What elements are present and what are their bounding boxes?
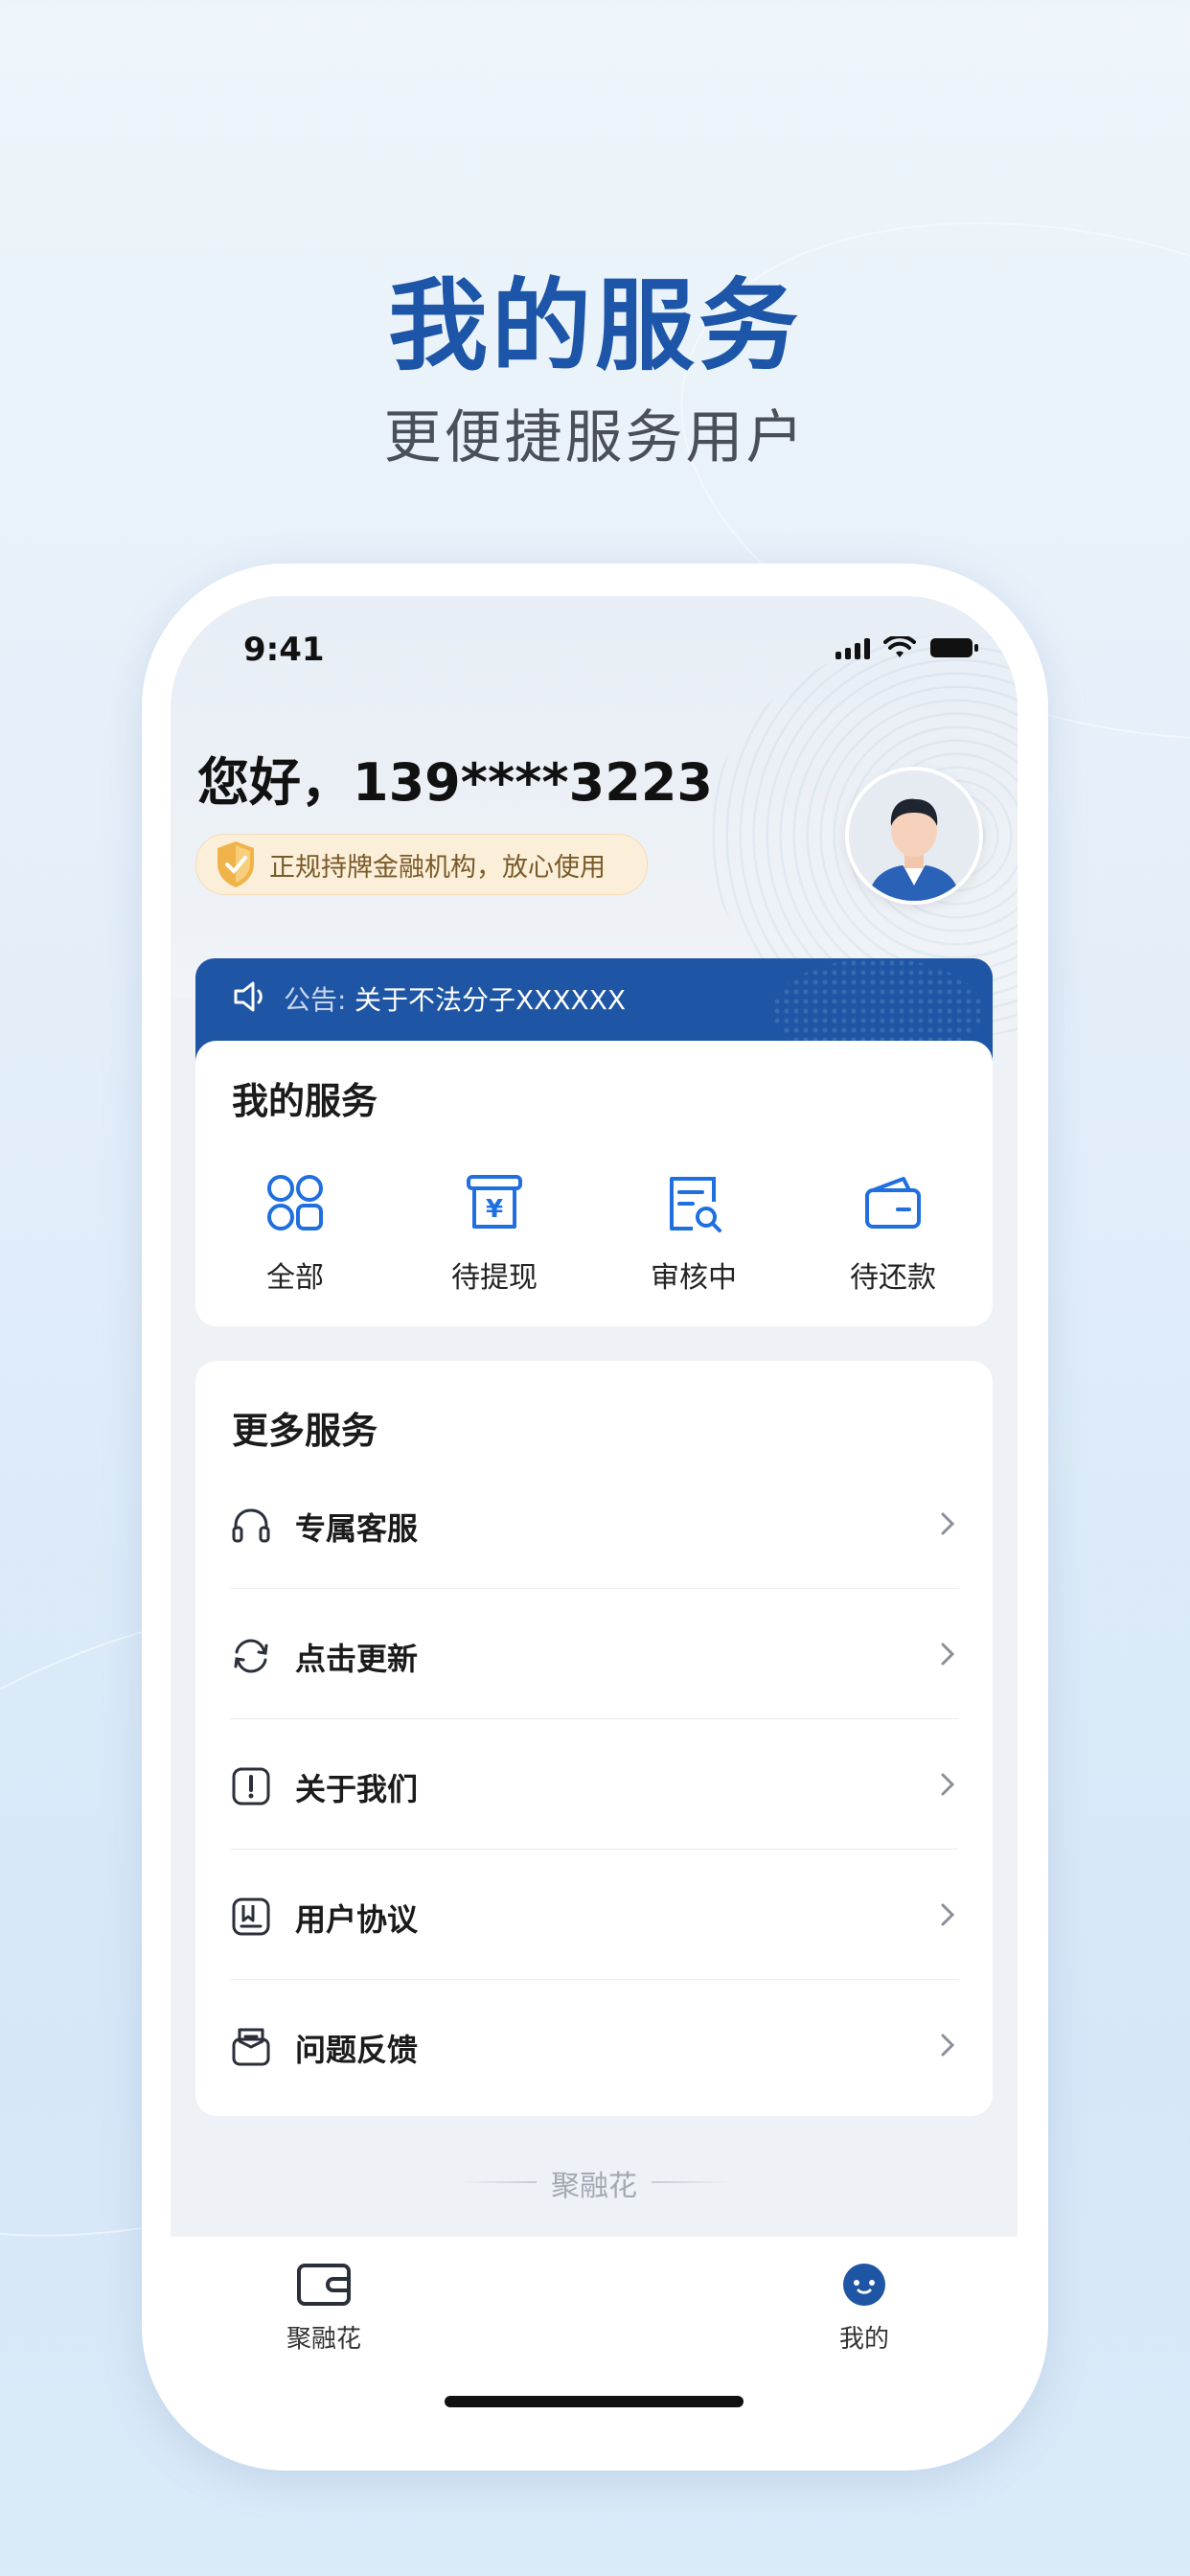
avatar-illustration-icon xyxy=(849,770,979,901)
service-pending-repayment[interactable]: 待还款 xyxy=(793,1169,993,1296)
trust-badge: 正规持牌金融机构，放心使用 xyxy=(195,834,648,895)
menu-item-label: 关于我们 xyxy=(295,1771,419,1807)
user-greeting: 您好，139****3223 xyxy=(197,752,713,813)
more-services-card: 更多服务 专属客服 点击更新 关于我们 用户协议 问题反馈 xyxy=(195,1361,993,2116)
status-time: 9:41 xyxy=(243,631,325,669)
wifi-icon xyxy=(883,636,916,657)
divider xyxy=(652,2181,728,2183)
menu-item-user-agreement[interactable]: 用户协议 xyxy=(230,1850,958,1980)
info-icon xyxy=(232,1767,270,1806)
service-under-review[interactable]: 审核中 xyxy=(594,1169,793,1296)
agreement-icon xyxy=(232,1898,270,1936)
tab-label: 聚融花 xyxy=(286,2325,361,2354)
review-icon xyxy=(670,1177,721,1232)
refresh-icon xyxy=(234,1639,268,1673)
menu-item-label: 问题反馈 xyxy=(295,2032,419,2068)
wallet-icon xyxy=(865,1177,921,1229)
app-screen: 9:41 您好，139****3223 正规持牌金融机构，放心使用 公告: 关于… xyxy=(171,596,1018,2425)
shield-icon xyxy=(217,841,254,887)
service-label: 待提现 xyxy=(451,1261,538,1295)
tab-home[interactable]: 聚融花 xyxy=(247,2262,400,2355)
chevron-right-icon xyxy=(941,2034,955,2057)
svg-text:¥: ¥ xyxy=(486,1195,503,1224)
service-label: 审核中 xyxy=(651,1261,737,1295)
withdraw-icon: ¥ xyxy=(467,1175,522,1229)
promo-headline: 我的服务 xyxy=(387,267,802,384)
headset-icon xyxy=(232,1508,270,1543)
announcement-label: 公告: xyxy=(284,984,347,1016)
home-indicator[interactable] xyxy=(445,2396,744,2407)
menu-item-label: 用户协议 xyxy=(295,1901,419,1938)
menu-item-label: 专属客服 xyxy=(295,1510,419,1547)
menu-item-customer-service[interactable]: 专属客服 xyxy=(230,1459,958,1589)
announcement-text: 关于不法分子XXXXXX xyxy=(355,984,627,1016)
chevron-right-icon xyxy=(941,1512,955,1535)
promo-subline: 更便捷服务用户 xyxy=(383,404,807,472)
my-services-card: 我的服务 全部 ¥ 待提现 审核中 待还款 xyxy=(195,1041,993,1326)
chevron-right-icon xyxy=(941,1773,955,1796)
service-pending-withdrawal[interactable]: ¥ 待提现 xyxy=(395,1169,594,1296)
status-icons xyxy=(835,636,979,659)
wallet-tab-icon xyxy=(297,2264,351,2306)
more-services-title: 更多服务 xyxy=(232,1410,378,1452)
feedback-icon xyxy=(232,2028,270,2066)
menu-item-check-update[interactable]: 点击更新 xyxy=(230,1589,958,1719)
footer-brand: 聚融花 xyxy=(551,2170,637,2203)
trust-badge-text: 正规持牌金融机构，放心使用 xyxy=(269,852,606,883)
chevron-right-icon xyxy=(941,1643,955,1666)
service-label: 全部 xyxy=(266,1261,324,1295)
chevron-right-icon xyxy=(941,1903,955,1926)
tab-label: 我的 xyxy=(838,2325,889,2354)
menu-item-feedback[interactable]: 问题反馈 xyxy=(230,1980,958,2110)
service-all[interactable]: 全部 xyxy=(195,1169,395,1296)
tab-mine[interactable]: 我的 xyxy=(788,2262,941,2355)
menu-item-label: 点击更新 xyxy=(295,1641,419,1677)
grid-icon xyxy=(267,1175,323,1230)
avatar[interactable] xyxy=(845,767,983,905)
my-services-title: 我的服务 xyxy=(232,1080,378,1122)
profile-tab-icon xyxy=(843,2264,885,2306)
menu-item-about-us[interactable]: 关于我们 xyxy=(230,1719,958,1850)
service-label: 待还款 xyxy=(850,1261,936,1295)
signal-icon xyxy=(835,636,870,659)
battery-icon xyxy=(930,638,978,657)
speaker-icon xyxy=(234,981,263,1012)
